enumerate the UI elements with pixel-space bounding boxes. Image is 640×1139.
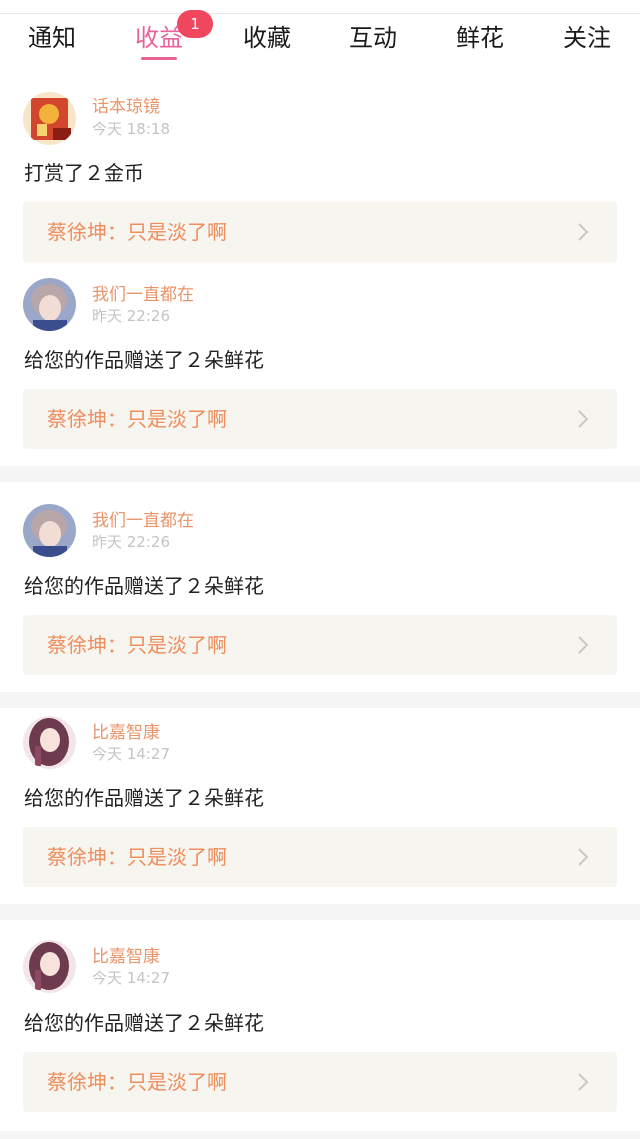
tab-flowers[interactable]: 鲜花 bbox=[454, 20, 506, 60]
list-item: 我们一直都在 昨天 22:26 给您的作品赠送了２朵鲜花 蔡徐坤：只是淡了啊 bbox=[0, 482, 640, 692]
work-reference-link[interactable]: 蔡徐坤：只是淡了啊 bbox=[23, 389, 617, 449]
message-text: 打赏了２金币 bbox=[24, 161, 144, 185]
list-item: 我们一直都在 昨天 22:26 给您的作品赠送了２朵鲜花 蔡徐坤：只是淡了啊 bbox=[0, 266, 640, 466]
work-reference-text: 蔡徐坤：只是淡了啊 bbox=[47, 845, 227, 869]
active-tab-indicator bbox=[141, 57, 177, 60]
tab-favorites[interactable]: 收藏 bbox=[241, 20, 293, 60]
list-item: 话本琼镜 今天 18:18 打赏了２金币 蔡徐坤：只是淡了啊 bbox=[0, 80, 640, 266]
timestamp: 昨天 22:26 bbox=[92, 307, 170, 325]
chevron-right-icon bbox=[578, 848, 589, 866]
status-bar-area bbox=[0, 0, 640, 14]
work-reference-link[interactable]: 蔡徐坤：只是淡了啊 bbox=[23, 1052, 617, 1112]
timestamp: 今天 18:18 bbox=[92, 120, 170, 138]
tab-label: 收益 bbox=[135, 24, 183, 52]
tab-bar: 通知 收益 1 收藏 互动 鲜花 关注 bbox=[0, 10, 640, 66]
work-reference-link[interactable]: 蔡徐坤：只是淡了啊 bbox=[23, 615, 617, 675]
username[interactable]: 我们一直都在 bbox=[92, 284, 194, 306]
message-text: 给您的作品赠送了２朵鲜花 bbox=[24, 1011, 264, 1035]
timestamp: 昨天 22:26 bbox=[92, 533, 170, 551]
tab-label: 通知 bbox=[28, 24, 76, 52]
work-reference-text: 蔡徐坤：只是淡了啊 bbox=[47, 407, 227, 431]
timestamp: 今天 14:27 bbox=[92, 969, 170, 987]
section-divider bbox=[0, 1131, 640, 1139]
tab-notifications[interactable]: 通知 bbox=[26, 20, 78, 60]
boy-avatar[interactable] bbox=[23, 278, 76, 331]
message-text: 给您的作品赠送了２朵鲜花 bbox=[24, 574, 264, 598]
unread-badge: 1 bbox=[177, 10, 213, 38]
message-text: 给您的作品赠送了２朵鲜花 bbox=[24, 786, 264, 810]
list-item: 比嘉智康 今天 14:27 给您的作品赠送了２朵鲜花 蔡徐坤：只是淡了啊 bbox=[0, 920, 640, 1131]
book-avatar[interactable] bbox=[23, 92, 76, 145]
boy-avatar[interactable] bbox=[23, 504, 76, 557]
tab-label: 互动 bbox=[349, 24, 397, 52]
tab-interactions[interactable]: 互动 bbox=[347, 20, 399, 60]
chevron-right-icon bbox=[578, 410, 589, 428]
tab-following[interactable]: 关注 bbox=[561, 20, 613, 60]
list-item: 比嘉智康 今天 14:27 给您的作品赠送了２朵鲜花 蔡徐坤：只是淡了啊 bbox=[0, 708, 640, 904]
section-divider bbox=[0, 692, 640, 708]
chevron-right-icon bbox=[578, 1073, 589, 1091]
work-reference-link[interactable]: 蔡徐坤：只是淡了啊 bbox=[23, 827, 617, 887]
section-divider bbox=[0, 904, 640, 920]
chevron-right-icon bbox=[578, 636, 589, 654]
anime-girl-avatar[interactable] bbox=[23, 716, 76, 769]
section-divider bbox=[0, 466, 640, 482]
work-reference-text: 蔡徐坤：只是淡了啊 bbox=[47, 220, 227, 244]
username[interactable]: 比嘉智康 bbox=[92, 722, 160, 744]
tab-earnings[interactable]: 收益 1 bbox=[133, 10, 213, 60]
work-reference-link[interactable]: 蔡徐坤：只是淡了啊 bbox=[23, 202, 617, 262]
work-reference-text: 蔡徐坤：只是淡了啊 bbox=[47, 633, 227, 657]
tab-label: 鲜花 bbox=[456, 24, 504, 52]
anime-girl-avatar[interactable] bbox=[23, 940, 76, 993]
chevron-right-icon bbox=[578, 223, 589, 241]
tab-label: 关注 bbox=[563, 24, 611, 52]
message-text: 给您的作品赠送了２朵鲜花 bbox=[24, 348, 264, 372]
work-reference-text: 蔡徐坤：只是淡了啊 bbox=[47, 1070, 227, 1094]
username[interactable]: 我们一直都在 bbox=[92, 510, 194, 532]
tab-label: 收藏 bbox=[243, 24, 291, 52]
username[interactable]: 比嘉智康 bbox=[92, 946, 160, 968]
timestamp: 今天 14:27 bbox=[92, 745, 170, 763]
username[interactable]: 话本琼镜 bbox=[92, 96, 160, 118]
